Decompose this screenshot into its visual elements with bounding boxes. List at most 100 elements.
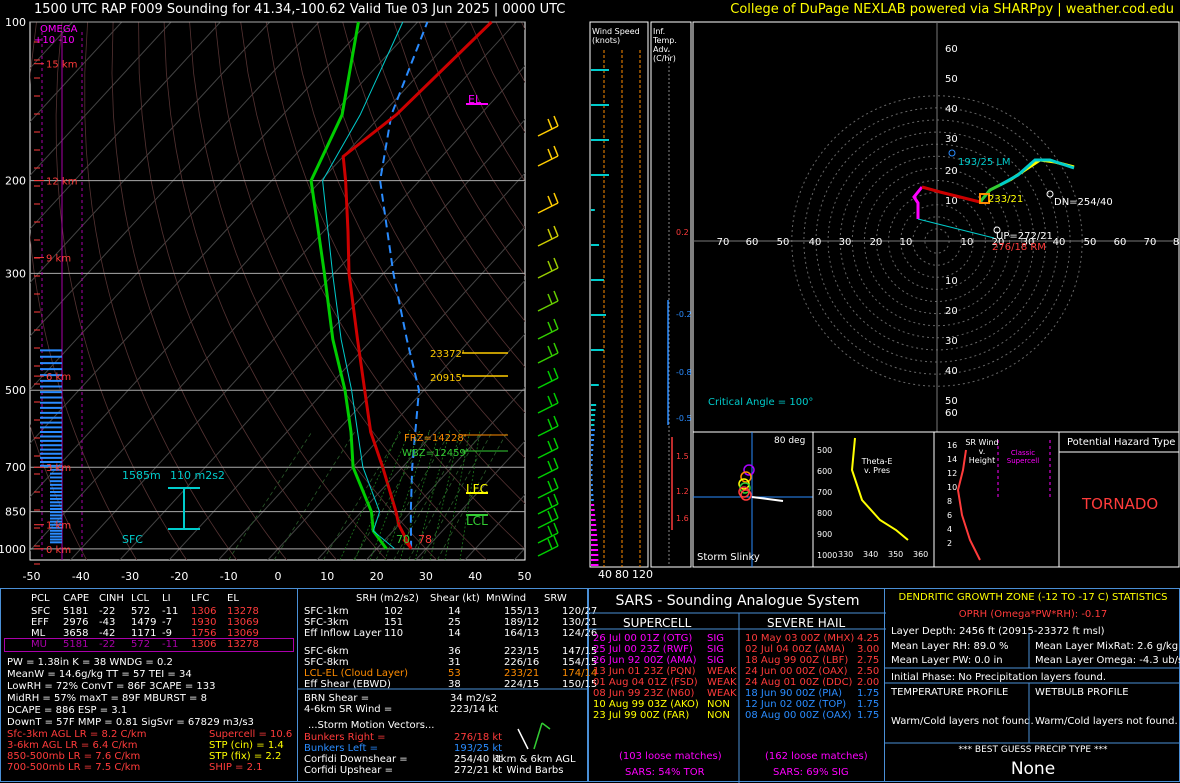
slinky-label: Storm Slinky	[697, 552, 760, 563]
parcel-header: CINH	[99, 593, 124, 604]
temp-tick-label: 0	[275, 570, 282, 583]
srw-y-tick: 16	[947, 441, 958, 450]
parcel-cell: SFC	[31, 606, 51, 617]
temp-adv-value: -0.5	[676, 414, 692, 423]
eff-inflow-srh: 110 m2s2	[170, 469, 225, 482]
dry-adiabat	[367, 22, 525, 322]
index-line: DownT = 57F MMP = 0.81 SigSvr = 67829 m3…	[7, 717, 254, 728]
srw-y-tick: 14	[947, 455, 958, 464]
theta-x-tick: 330	[838, 550, 854, 559]
wind-barb-flag	[547, 440, 553, 452]
parcel-cell: 5181	[63, 639, 89, 650]
parcel-cell: 13278	[227, 606, 259, 617]
parcel-cell: -11	[162, 639, 179, 650]
height-label: 3 km	[46, 463, 71, 474]
wind-barb-flag	[553, 225, 559, 237]
isotherm	[267, 279, 525, 560]
parcel-cell: EFF	[31, 617, 49, 628]
mixing-line	[322, 431, 402, 560]
wind-barb	[537, 447, 559, 459]
parcel-header: CAPE	[63, 593, 90, 604]
hodo-y-tick: 30	[945, 134, 958, 145]
theta-x-tick: 340	[863, 550, 879, 559]
kinematic-panel: SRH (m2/s2) Shear (kt) MnWind SRW SFC-1km 102…	[297, 588, 597, 782]
parcel-cell: -43	[99, 617, 116, 628]
wind-barb-flag	[553, 415, 559, 427]
parcel-cell: MU	[31, 639, 47, 650]
wind-barb	[537, 300, 559, 312]
temp-tick-label: -50	[23, 570, 41, 583]
index-line: DCAPE = 886 ESP = 3.1	[7, 705, 128, 716]
wind-barb-flag	[553, 145, 559, 157]
lfc-label: LFC	[466, 482, 488, 496]
hodo-lm-marker	[948, 149, 956, 157]
theta-y-tick: 600	[817, 467, 833, 476]
sfc-label: SFC	[122, 533, 143, 546]
omega-label: OMEGA	[40, 24, 78, 35]
wind-barb-flag	[547, 148, 553, 160]
wind-barb-flag	[553, 367, 559, 379]
hodo-y-tick: 10	[945, 196, 958, 207]
wind-barb-flag	[547, 118, 553, 130]
temp-tick-label: 20	[370, 570, 384, 583]
hodo-y-tick: 10	[945, 276, 958, 287]
hodo-trace-low	[912, 186, 924, 219]
parcel-cell: -22	[99, 639, 116, 650]
wind-barb-flag	[553, 493, 559, 505]
parcel-cell: 1306	[191, 606, 217, 617]
dgz-bot-label: 20915'	[430, 373, 465, 384]
el-label: EL	[468, 93, 482, 106]
hodo-y-tick: 60	[945, 408, 958, 419]
srw-y-tick: 2	[947, 539, 953, 548]
hodo-y-tick: 30	[945, 336, 958, 347]
slinky-vector	[751, 496, 784, 502]
theta-x-tick: 350	[888, 550, 904, 559]
slinky-circle	[740, 489, 752, 501]
dry-adiabat	[189, 22, 437, 560]
hodo-x-tick: 40	[809, 237, 822, 248]
parcel-cell: -11	[162, 606, 179, 617]
wind-barb	[537, 328, 559, 340]
sars-panel: SARS - Sounding Analogue System SUPERCEL…	[588, 588, 886, 783]
hodo-lm: 193/25 LM	[958, 157, 1011, 168]
sars-hail-matches: (162 loose matches)	[765, 751, 868, 762]
parcel-header: PCL	[31, 593, 50, 604]
wind-barb	[537, 235, 559, 247]
hodo-x-tick: 20	[870, 237, 883, 248]
wind-speed-header: Wind Speed (knots)	[592, 27, 640, 45]
lapse-line: 850-500mb LR = 7.6 C/km	[7, 751, 141, 762]
index-line: MidRH = 57% maxT = 89F MBURST = 8	[7, 693, 207, 704]
hodo-y-tick: 40	[945, 104, 958, 115]
wind-barb-flag	[547, 321, 553, 333]
wind-barb	[537, 202, 559, 214]
wind-speed-panel	[589, 21, 649, 568]
temp-tick-label: -10	[220, 570, 238, 583]
hodo-dn: DN=254/40	[1054, 197, 1113, 208]
wind-barb-flag	[553, 318, 559, 330]
dry-adiabat	[547, 22, 1137, 560]
height-label: 1 km	[46, 521, 71, 532]
hodo-frame	[692, 21, 1180, 433]
slinky-deg: 80 deg	[774, 436, 806, 446]
wind-barb-flag	[547, 480, 553, 492]
pressure-tick-label: 700	[5, 461, 26, 474]
height-label: 15 km	[46, 60, 77, 71]
wind-barb	[537, 155, 559, 167]
hodo-critical-line	[917, 218, 995, 239]
wind-barb-flag	[547, 460, 553, 472]
parcel-cell: 5181	[63, 606, 89, 617]
hodo-x-tick: 50	[777, 237, 790, 248]
kin-barbs	[298, 688, 589, 750]
wind-barb-flag	[547, 538, 553, 550]
dry-adiabat	[495, 22, 525, 83]
wind-speed-tick: 80	[615, 568, 629, 581]
isotherm	[30, 22, 517, 552]
wind-barb	[537, 467, 559, 479]
temp-tick-label: -40	[72, 570, 90, 583]
isotherm	[0, 22, 23, 560]
dewpoint-trace	[309, 21, 388, 550]
wind-barb	[537, 377, 559, 389]
eff-inflow-top: 1585m	[122, 469, 161, 482]
parcel-header: LI	[162, 593, 171, 604]
wind-barb-flag	[547, 370, 553, 382]
